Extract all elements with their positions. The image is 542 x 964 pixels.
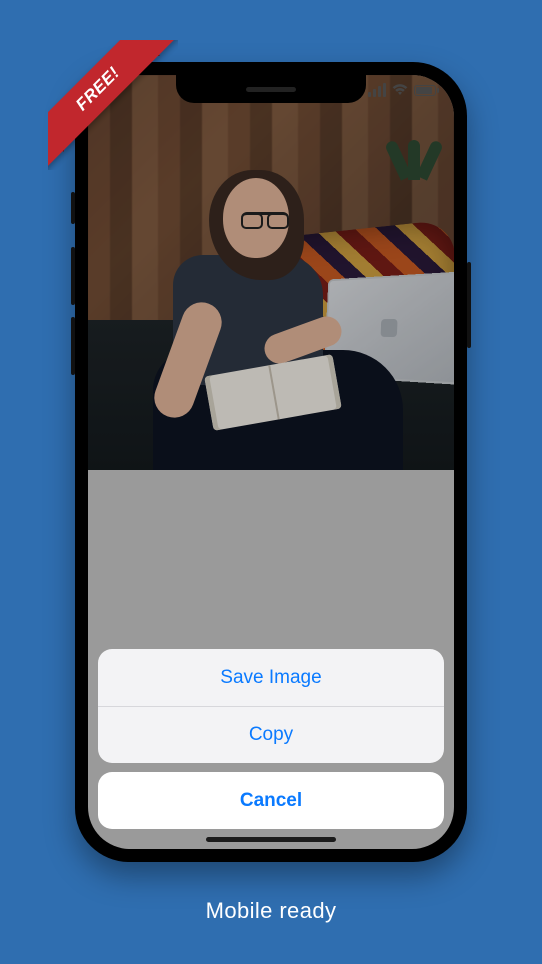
status-bar bbox=[368, 83, 436, 97]
device-notch bbox=[176, 75, 366, 103]
phone-screen: Save Image Copy Cancel bbox=[88, 75, 454, 849]
cancel-button[interactable]: Cancel bbox=[98, 772, 444, 829]
action-sheet-options: Save Image Copy bbox=[98, 649, 444, 763]
copy-button[interactable]: Copy bbox=[98, 706, 444, 763]
cellular-signal-icon bbox=[368, 83, 386, 97]
volume-up-button bbox=[71, 247, 75, 305]
content-image[interactable] bbox=[88, 75, 454, 470]
side-button bbox=[467, 262, 471, 348]
tagline-text: Mobile ready bbox=[0, 898, 542, 924]
mute-switch bbox=[71, 192, 75, 224]
action-sheet: Save Image Copy Cancel bbox=[98, 649, 444, 829]
save-image-button[interactable]: Save Image bbox=[98, 649, 444, 706]
phone-mockup: Save Image Copy Cancel bbox=[75, 62, 467, 862]
home-indicator[interactable] bbox=[206, 837, 336, 842]
volume-down-button bbox=[71, 317, 75, 375]
wifi-icon bbox=[392, 84, 408, 96]
battery-icon bbox=[414, 85, 436, 96]
